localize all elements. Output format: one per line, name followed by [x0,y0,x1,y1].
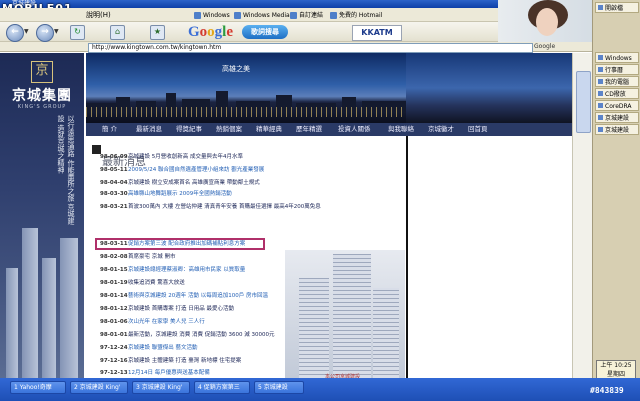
list-item[interactable]: 98-06-09京城建設 5月營收創新高 成交量與去年4月水準 [100,151,400,163]
nav-careers[interactable]: 京城徽才 [428,123,454,136]
taskbar-button[interactable]: 2 京城建設 King' [70,381,128,394]
list-item[interactable]: 98-05-112009/5/24 聯合國自然遺產管理小組來訪 觀光產業發展 [100,164,400,176]
nav-past-selections[interactable]: 歷年精選 [296,123,322,136]
address-bar: http://www.kingtown.com.tw/kingtown.htm … [0,42,592,53]
banner-caption: 高雄之美 [222,65,250,73]
sidebar-building [42,258,56,378]
forward-arrow-icon: → [41,27,49,37]
list-item[interactable]: 98-03-21首波300萬內 大樓 左營站仲建 清真青年安養 首購最佳選擇 最… [100,201,400,213]
vertical-scrollbar[interactable] [572,53,592,378]
logo-subtitle: KING'S GROUP [17,104,67,110]
forward-button[interactable]: → [36,24,54,42]
nav-awards[interactable]: 得獎紀事 [176,123,202,136]
menu-item-help[interactable]: 說明(H) [86,8,111,22]
back-dropdown-icon[interactable]: ▼ [24,28,29,35]
panel-item[interactable]: CD撥放 [595,88,639,99]
google-toolbar-label[interactable]: Google [534,43,555,51]
sidebar-verse: 以行遠思通路 作能盡所之旅 京城建設 造就京城之精神 [57,115,75,225]
logo-emblem: 京 [31,61,53,83]
nav-investor-relations[interactable]: 投資人關係 [338,123,371,136]
link-windows-media[interactable]: Windows Media [234,10,290,22]
portrait-ad[interactable] [498,0,592,42]
panel-item[interactable]: 開啟檔 [595,2,639,13]
sidebar-building [6,268,18,378]
highlight-box [95,238,265,250]
link-windows[interactable]: Windows [194,10,230,22]
favorites-icon[interactable]: ★ [150,25,165,40]
list-item[interactable]: 97-12-16京城建設 主體建築 打造 臺灣 新地標 住宅提案 [100,355,400,367]
list-item[interactable]: 97-12-24京城建設 聯盟傑出 藝文活動 [100,342,400,354]
list-item[interactable]: 98-01-15京城建設總經理蔡淑卿：高雄用市民家 以質取量 [100,264,400,276]
panel-item[interactable]: 我的電腦 [595,76,639,87]
taskbar-button[interactable]: 3 京城建設 King' [132,381,190,394]
link-custom[interactable]: 自訂連結 [290,10,323,22]
list-item[interactable]: 98-02-08首席豪宅 京城 開市 [100,251,400,263]
lyrics-search-button[interactable]: 歌詞搜尋 [242,25,288,39]
back-arrow-icon: ← [11,27,19,37]
link-hotmail[interactable]: 免費的 Hotmail [330,10,382,22]
panel-item[interactable]: 行事曆 [595,64,639,75]
panel-item[interactable]: CoreDRA [595,100,639,111]
list-item[interactable]: 98-03-30高雄縣山地舞蹈展示 2009年全國熱銷活動 [100,188,400,200]
nav-home[interactable]: 回首頁 [468,123,488,136]
watermark: #843839 [590,386,624,395]
logo-text[interactable]: 京城集團 [0,85,84,105]
nav-about[interactable]: 簡 介 [102,123,117,136]
site-nav: 簡 介 最新消息 得獎紀事 熱銷個案 精華經典 歷年精選 投資人關係 與我聯絡 … [86,123,572,136]
city-lights [86,107,406,117]
system-clock[interactable]: 上午 10:25 星期四 [596,360,636,380]
katm-ad[interactable]: KKATM [352,25,402,41]
site-sidebar: 京 京城集團 KING'S GROUP 以行遠思通路 作能盡所之旅 京城建設 造… [0,53,84,378]
desktop-side-panel: 開啟檔 Windows 行事曆 我的電腦 CD撥放 CoreDRA 京城建設 京… [592,0,640,378]
taskbar-button[interactable]: 4 促銷方案第三 [194,381,250,394]
nav-hot-projects[interactable]: 熱銷個案 [216,123,242,136]
home-icon[interactable]: ⌂ [110,25,125,40]
ad-portrait-face [536,8,558,36]
panel-item[interactable]: 京城建設 [595,124,639,135]
nav-news[interactable]: 最新消息 [136,123,162,136]
scrollbar-thumb[interactable] [576,71,591,133]
forward-dropdown-icon[interactable]: ▼ [54,28,59,35]
content-right-panel [406,136,572,378]
clock-time: 上午 10:25 [600,362,632,369]
list-item[interactable]: 98-01-06次山光年 在家學 美人兒 三人行 [100,316,400,328]
taskbar-button[interactable]: 5 京城建設 [254,381,304,394]
panel-item[interactable]: 京城建設 [595,112,639,123]
nav-classics[interactable]: 精華經典 [256,123,282,136]
refresh-icon[interactable]: ↻ [70,25,85,40]
list-item[interactable]: 98-01-01最新活動，京城建設 消費 消費 促銷活動 3600 減 3000… [100,329,400,341]
sidebar-building [22,228,38,378]
back-button[interactable]: ← [6,24,24,42]
taskbar-button[interactable]: 1 Yahoo!奇摩 [10,381,66,394]
banner-right-photo [406,53,572,123]
nav-contact[interactable]: 與我聯絡 [388,123,414,136]
list-item[interactable]: 98-01-14藝術與京城建設 20週年 活動 以每周追加100戶 房市回溫 [100,290,400,302]
list-item[interactable]: 98-01-19收集追消費 驚喜大放送 [100,277,400,289]
taskbar: 1 Yahoo!奇摩 2 京城建設 King' 3 京城建設 King' 4 促… [0,378,640,401]
panel-item[interactable]: Windows [595,52,639,63]
links-bar: Windows Windows Media 自訂連結 免費的 Hotmail [134,10,504,22]
sidebar-building [60,238,78,378]
list-item[interactable]: 98-01-12京城建設 首購專案 打造 日用品 最愛心活動 [100,303,400,315]
url-field[interactable]: http://www.kingtown.com.tw/kingtown.htm [88,43,533,53]
google-logo[interactable]: Google [188,23,233,41]
